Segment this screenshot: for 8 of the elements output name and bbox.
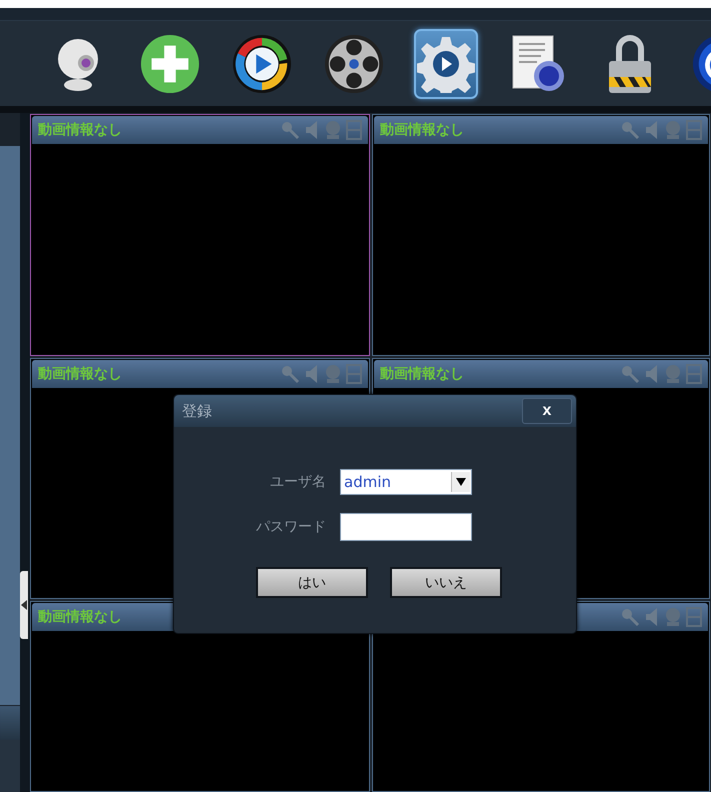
dialog-title: 登録 [182,402,212,420]
cell-title: 動画情報なし [38,121,122,139]
cell-title: 動画情報なし [380,121,464,139]
username-label: ユーザ名 [269,473,326,491]
cell-title: 動画情報なし [38,365,122,383]
password-label: パスワード [255,518,326,536]
cell-title: 動画情報なし [38,608,122,626]
cell-title: 動画情報なし [380,365,464,383]
